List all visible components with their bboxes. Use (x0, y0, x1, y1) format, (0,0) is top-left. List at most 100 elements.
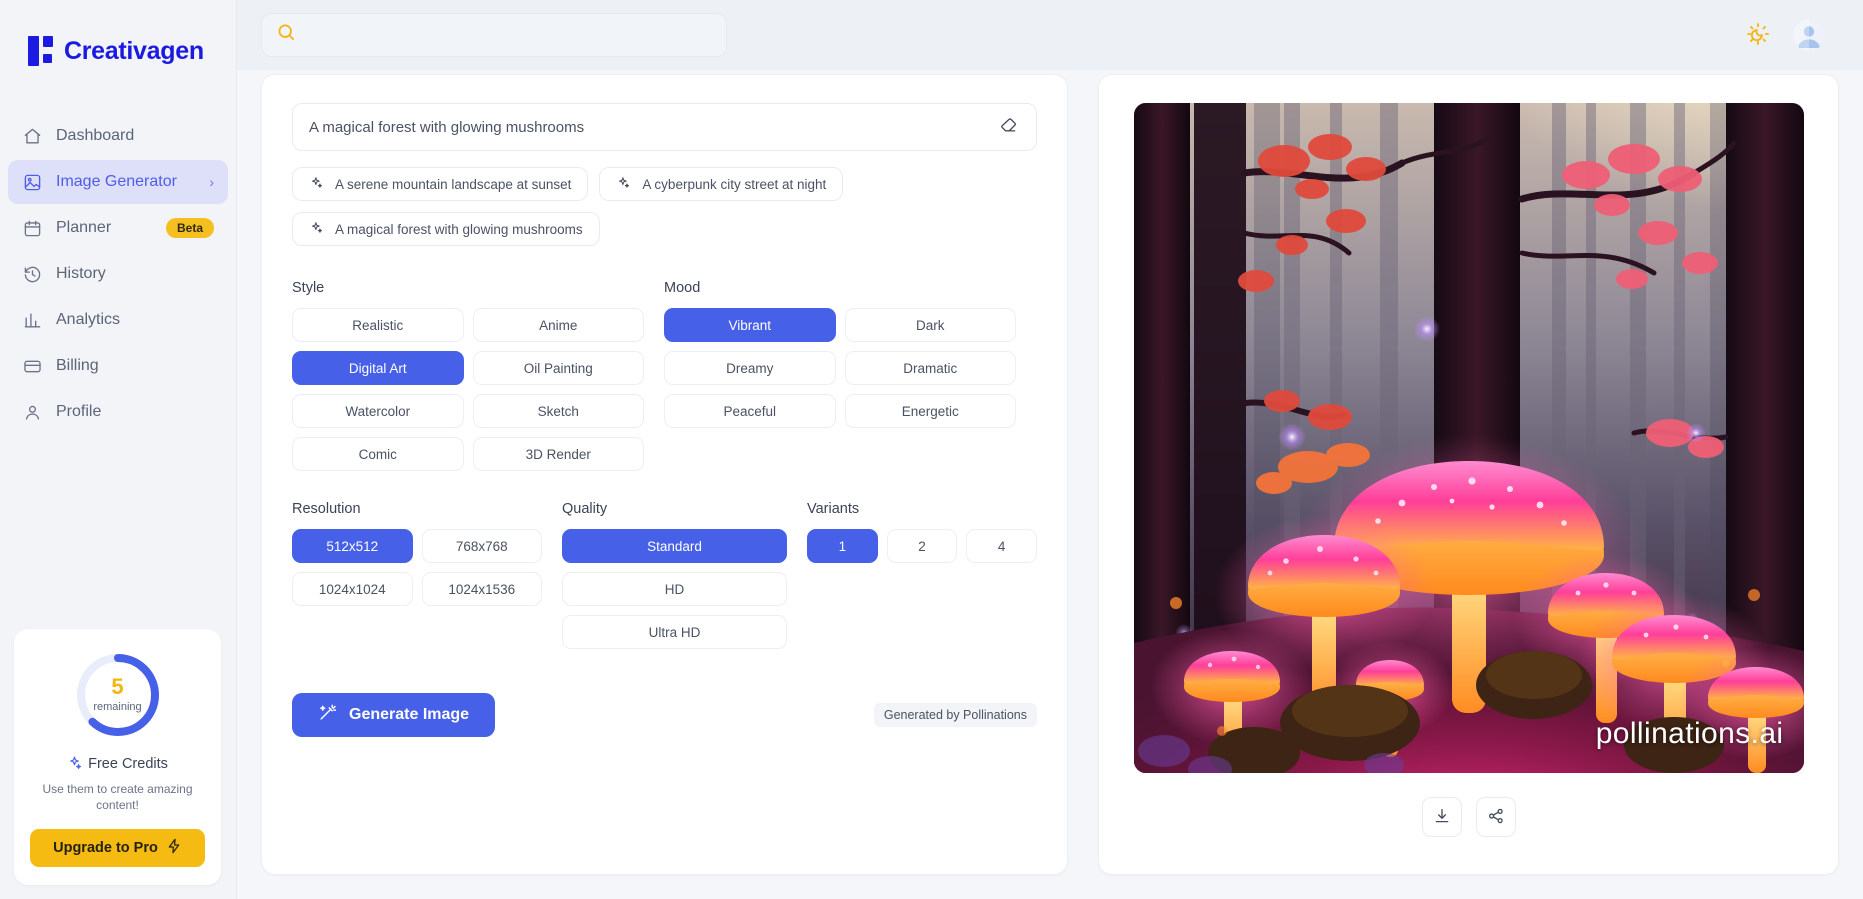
credits-title-label: Free Credits (88, 756, 168, 773)
quality-group: Quality Standard HD Ultra HD (562, 501, 787, 649)
sparkle-icon (309, 175, 324, 193)
style-option-sketch[interactable]: Sketch (472, 394, 644, 428)
generate-label: Generate Image (349, 706, 470, 723)
theme-toggle-button[interactable] (1745, 21, 1771, 50)
chevron-right-icon: › (209, 174, 214, 190)
variants-label: Variants (807, 501, 860, 517)
search-input[interactable] (307, 27, 712, 43)
generator-panel: A serene mountain landscape at sunset A … (261, 74, 1068, 875)
generate-row: Generate Image Generated by Pollinations (292, 693, 1037, 737)
sidebar-item-planner[interactable]: Planner Beta (8, 206, 228, 250)
sidebar-item-label: Billing (56, 357, 99, 374)
sparkle-icon (309, 220, 324, 238)
mood-options: Vibrant Dark Dreamy Dramatic Peaceful En… (664, 308, 1016, 428)
sidebar-item-billing[interactable]: Billing (8, 344, 228, 388)
style-option-watercolor[interactable]: Watercolor (292, 394, 464, 428)
variants-options: 1 2 4 (807, 529, 1037, 563)
quality-label: Quality (562, 501, 608, 517)
brand-logo[interactable]: Creativagen (0, 0, 236, 66)
share-icon (1487, 807, 1505, 828)
credits-title: Free Credits (67, 755, 168, 774)
sidebar-nav: Dashboard Image Generator › Planner Beta… (0, 114, 236, 434)
sidebar-item-image-generator[interactable]: Image Generator › (8, 160, 228, 204)
image-actions (1421, 797, 1516, 837)
suggestion-label: A magical forest with glowing mushrooms (335, 221, 583, 237)
resolution-options: 512x512 768x768 1024x1024 1024x1536 (292, 529, 542, 606)
sidebar-item-history[interactable]: History (8, 252, 228, 296)
generated-image[interactable]: pollinations.ai (1133, 103, 1804, 773)
suggestion-chip[interactable]: A magical forest with glowing mushrooms (292, 212, 600, 246)
mood-option-dramatic[interactable]: Dramatic (844, 351, 1016, 385)
resolution-option-1024[interactable]: 1024x1024 (292, 572, 413, 606)
credits-progress-ring: 5 remaining (74, 651, 162, 739)
resolution-option-1024x1536[interactable]: 1024x1536 (421, 572, 542, 606)
image-watermark: pollinations.ai (1595, 717, 1784, 750)
style-mood-section: Style Realistic Anime Digital Art Oil Pa… (292, 280, 1037, 471)
eraser-icon (999, 116, 1018, 138)
resolution-group: Resolution 512x512 768x768 1024x1024 102… (292, 501, 542, 649)
user-icon (22, 402, 42, 422)
mood-option-dreamy[interactable]: Dreamy (664, 351, 836, 385)
style-option-digital-art[interactable]: Digital Art (292, 351, 464, 385)
generate-image-button[interactable]: Generate Image (292, 693, 496, 737)
style-option-anime[interactable]: Anime (472, 308, 644, 342)
sidebar-item-label: Image Generator (56, 173, 177, 190)
status-badge-beta: Beta (165, 218, 214, 238)
chart-icon (22, 310, 42, 330)
attribution-badge: Generated by Pollinations (873, 703, 1037, 727)
quality-option-standard[interactable]: Standard (562, 529, 787, 563)
variants-option-4[interactable]: 4 (966, 529, 1037, 563)
variants-option-1[interactable]: 1 (807, 529, 878, 563)
search-box[interactable] (261, 13, 727, 57)
output-settings-section: Resolution 512x512 768x768 1024x1024 102… (292, 501, 1037, 649)
clear-prompt-button[interactable] (997, 116, 1020, 138)
suggestion-chip[interactable]: A cyberpunk city street at night (599, 167, 844, 201)
sidebar-item-profile[interactable]: Profile (8, 390, 228, 434)
main-area: A serene mountain landscape at sunset A … (237, 0, 1863, 899)
mood-label: Mood (664, 280, 701, 296)
variants-group: Variants 1 2 4 (807, 501, 1037, 649)
resolution-option-768[interactable]: 768x768 (421, 529, 542, 563)
sparkle-icon (67, 755, 82, 774)
mood-option-vibrant[interactable]: Vibrant (664, 308, 836, 342)
style-option-comic[interactable]: Comic (292, 437, 464, 471)
prompt-input[interactable] (309, 118, 997, 136)
quality-option-hd[interactable]: HD (562, 572, 787, 606)
avatar[interactable] (1793, 19, 1825, 51)
mood-group: Mood Vibrant Dark Dreamy Dramatic Peacef… (664, 280, 1016, 471)
prompt-row[interactable] (292, 103, 1037, 151)
style-option-realistic[interactable]: Realistic (292, 308, 464, 342)
share-button[interactable] (1475, 797, 1516, 837)
sparkle-icon (616, 175, 631, 193)
variants-option-2[interactable]: 2 (886, 529, 958, 563)
logo-mark-icon (28, 36, 54, 66)
upgrade-to-pro-button[interactable]: Upgrade to Pro (30, 829, 205, 867)
generated-image-art (1133, 103, 1804, 773)
resolution-option-512[interactable]: 512x512 (292, 529, 413, 563)
sidebar: Creativagen Dashboard Image Generator › … (0, 0, 237, 899)
image-icon (22, 172, 42, 192)
sidebar-item-label: Planner (56, 219, 112, 236)
lightning-icon (166, 838, 182, 858)
quality-options: Standard HD Ultra HD (562, 529, 787, 649)
history-icon (22, 264, 42, 284)
mood-option-peaceful[interactable]: Peaceful (664, 394, 836, 428)
content: A serene mountain landscape at sunset A … (237, 70, 1863, 899)
download-button[interactable] (1421, 797, 1462, 837)
topbar (237, 0, 1863, 70)
suggestion-label: A cyberpunk city street at night (642, 176, 827, 192)
sidebar-item-analytics[interactable]: Analytics (8, 298, 228, 342)
quality-option-ultra-hd[interactable]: Ultra HD (562, 615, 787, 649)
mood-option-dark[interactable]: Dark (844, 308, 1016, 342)
topbar-actions (1745, 19, 1839, 51)
home-icon (22, 126, 42, 146)
credits-description: Use them to create amazing content! (42, 781, 193, 812)
style-option-3d-render[interactable]: 3D Render (472, 437, 644, 471)
sidebar-item-label: Profile (56, 403, 102, 420)
wand-icon (318, 703, 337, 727)
upgrade-label: Upgrade to Pro (53, 840, 158, 856)
mood-option-energetic[interactable]: Energetic (844, 394, 1016, 428)
style-option-oil-painting[interactable]: Oil Painting (472, 351, 644, 385)
sidebar-item-dashboard[interactable]: Dashboard (8, 114, 228, 158)
suggestion-chip[interactable]: A serene mountain landscape at sunset (292, 167, 589, 201)
